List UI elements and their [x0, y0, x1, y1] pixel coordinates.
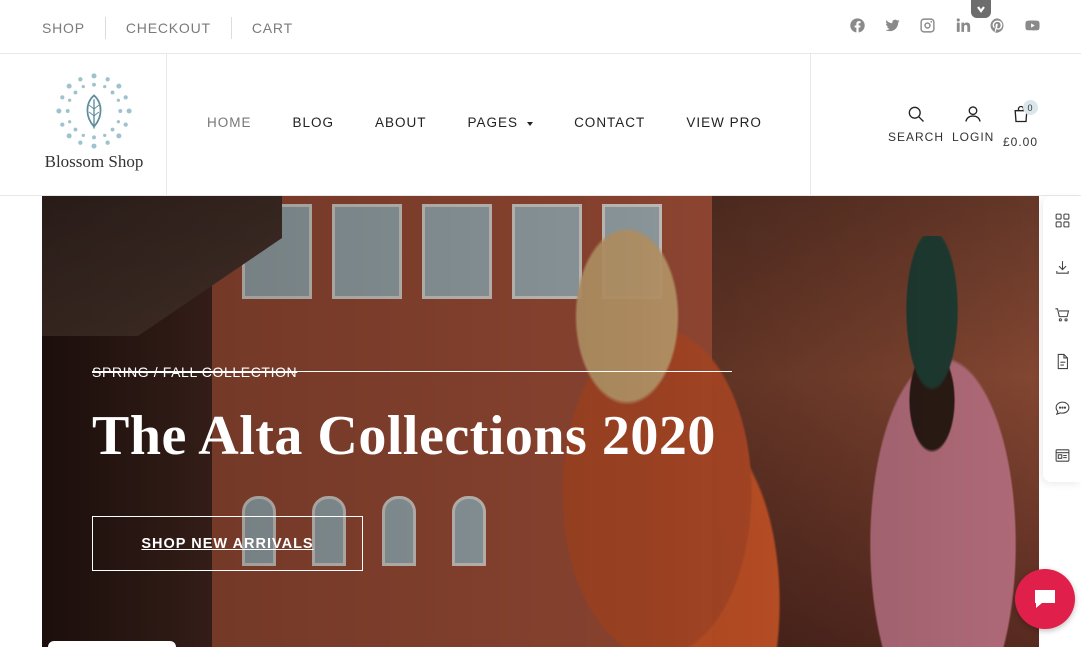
nav-pages[interactable]: PAGES: [468, 115, 534, 130]
top-bar: SHOP CHECKOUT CART: [0, 0, 1081, 54]
header-actions: SEARCH LOGIN 0 £0.00: [810, 54, 1081, 196]
social-links: [848, 16, 1041, 34]
cart-icon[interactable]: [1053, 305, 1071, 323]
live-chat-button[interactable]: [1015, 569, 1075, 629]
pinterest-icon[interactable]: [988, 16, 1006, 34]
document-icon[interactable]: [1053, 352, 1071, 370]
search-label: SEARCH: [888, 130, 945, 144]
login-button[interactable]: LOGIN: [952, 104, 994, 144]
logo-text: Blossom Shop: [44, 152, 144, 171]
nav-blog[interactable]: BLOG: [293, 115, 335, 130]
floating-toolbar: [1043, 196, 1081, 482]
download-icon[interactable]: [1053, 258, 1071, 276]
top-nav: SHOP CHECKOUT CART: [42, 17, 313, 39]
top-link-shop[interactable]: SHOP: [42, 17, 105, 39]
nav-contact[interactable]: CONTACT: [574, 115, 645, 130]
twitter-icon[interactable]: [883, 16, 901, 34]
shop-new-arrivals-button[interactable]: SHOP NEW ARRIVALS: [92, 516, 363, 571]
hero-title: The Alta Collections 2020: [92, 405, 716, 467]
hero-kicker: SPRING / FALL COLLECTION: [92, 364, 298, 380]
nav-pages-label: PAGES: [467, 115, 519, 130]
newspaper-icon[interactable]: [1053, 446, 1071, 464]
hero-kicker-line: [92, 371, 732, 372]
site-header: Blossom Shop HOME BLOG ABOUT PAGES CONTA…: [0, 54, 1081, 196]
cart-total: £0.00: [1003, 135, 1039, 149]
nav-about[interactable]: ABOUT: [375, 115, 427, 130]
caret-down-icon: [527, 121, 534, 126]
message-bubble-icon: [1035, 590, 1055, 608]
top-link-checkout[interactable]: CHECKOUT: [104, 17, 231, 39]
nav-home[interactable]: HOME: [207, 115, 252, 130]
chat-icon[interactable]: [1053, 399, 1071, 417]
instagram-icon[interactable]: [918, 16, 936, 34]
main-nav: HOME BLOG ABOUT PAGES CONTACT VIEW PRO: [207, 115, 803, 130]
top-link-cart[interactable]: CART: [230, 17, 313, 39]
search-button[interactable]: SEARCH: [888, 104, 944, 144]
login-label: LOGIN: [952, 130, 995, 144]
cart-button[interactable]: 0 £0.00: [1003, 100, 1039, 149]
user-icon: [965, 106, 981, 122]
hero-banner: SPRING / FALL COLLECTION The Alta Collec…: [42, 196, 1039, 647]
logo-flower-icon: [56, 73, 132, 149]
logo[interactable]: Blossom Shop: [0, 54, 167, 196]
linkedin-icon[interactable]: [953, 16, 971, 34]
facebook-icon[interactable]: [848, 16, 866, 34]
youtube-icon[interactable]: [1023, 16, 1041, 34]
search-icon: [908, 106, 924, 122]
slider-indicator[interactable]: [48, 641, 176, 647]
nav-view-pro[interactable]: VIEW PRO: [686, 115, 762, 130]
cart-count-badge: 0: [1022, 100, 1038, 115]
grid-icon[interactable]: [1053, 211, 1071, 229]
